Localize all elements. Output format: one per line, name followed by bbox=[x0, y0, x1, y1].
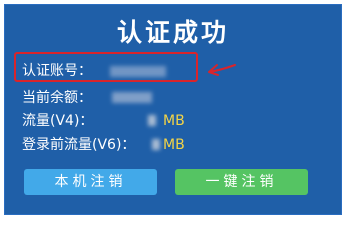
balance-label: 当前余额： bbox=[22, 90, 92, 106]
flow-v4-label: 流量(V4)： bbox=[22, 113, 94, 129]
balance-value-redacted bbox=[112, 92, 152, 103]
flow-v4-unit: MB bbox=[163, 113, 185, 129]
logout-local-button[interactable]: 本机注销 bbox=[24, 169, 157, 195]
account-value-redacted bbox=[110, 66, 166, 77]
flow-v6-value-redacted bbox=[152, 139, 160, 150]
account-label: 认证账号： bbox=[22, 63, 92, 79]
page-title: 认证成功 bbox=[116, 18, 229, 47]
flow-v6-label: 登录前流量(V6)： bbox=[22, 137, 136, 153]
logout-all-button[interactable]: 一键注销 bbox=[175, 169, 308, 195]
arrow-left-icon bbox=[208, 64, 236, 76]
flow-v4-value-redacted bbox=[148, 115, 156, 126]
flow-v6-unit: MB bbox=[163, 137, 185, 153]
